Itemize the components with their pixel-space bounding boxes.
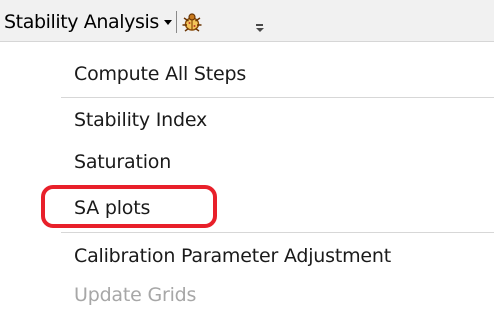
stability-analysis-menu-button[interactable]: Stability Analysis xyxy=(4,9,204,35)
toolbar-overflow-icon[interactable] xyxy=(255,22,265,34)
menu-separator xyxy=(61,232,494,233)
dropdown-arrow-icon xyxy=(163,20,172,25)
menu-item-compute-all-steps[interactable]: Compute All Steps xyxy=(74,62,246,86)
toolbar: Stability Analysis xyxy=(0,0,494,42)
stability-analysis-label: Stability Analysis xyxy=(4,11,159,33)
highlight-ring-annotation xyxy=(41,185,217,228)
menu-item-calibration-parameter-adjustment[interactable]: Calibration Parameter Adjustment xyxy=(74,244,391,268)
pest-bug-icon[interactable] xyxy=(180,10,204,34)
toolbar-separator xyxy=(175,11,177,33)
stability-analysis-dropdown-menu: Compute All Steps Stability Index Satura… xyxy=(57,42,494,320)
menu-item-saturation[interactable]: Saturation xyxy=(74,150,171,174)
menu-item-update-grids: Update Grids xyxy=(74,284,197,306)
menu-item-stability-index[interactable]: Stability Index xyxy=(74,108,207,132)
menu-separator xyxy=(61,97,494,98)
